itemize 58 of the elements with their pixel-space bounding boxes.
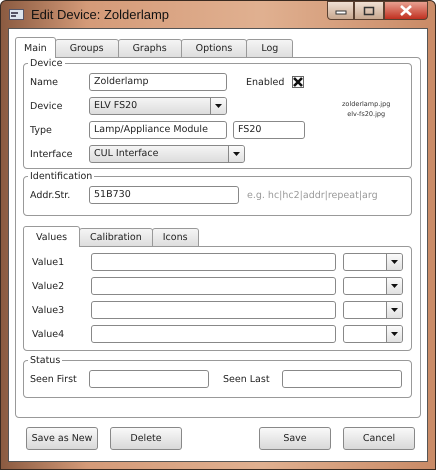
field-label: Seen Last xyxy=(223,374,270,384)
dialog-button[interactable]: Delete xyxy=(110,427,182,450)
maximize-button[interactable] xyxy=(354,1,384,20)
field-label: Interface xyxy=(30,148,74,160)
value-field[interactable] xyxy=(91,325,336,343)
caret-icon xyxy=(391,260,398,264)
caret-icon xyxy=(233,152,240,156)
unit-dropdown[interactable] xyxy=(343,301,403,319)
window-app-icon xyxy=(9,9,24,20)
field-label: Seen First xyxy=(30,374,78,384)
group-legend: Device xyxy=(28,58,64,69)
field-label: Device xyxy=(30,100,64,112)
group-legend: Status xyxy=(28,355,62,366)
caret-icon xyxy=(391,308,398,312)
enabled-checkbox[interactable] xyxy=(292,76,304,88)
close-button[interactable] xyxy=(384,1,428,20)
field-label: Value1 xyxy=(32,256,66,268)
seen-first-field[interactable] xyxy=(89,370,209,388)
seen-last-field[interactable] xyxy=(282,370,402,388)
dialog-button[interactable]: Save xyxy=(259,427,331,450)
caret-icon xyxy=(215,104,222,108)
value-field[interactable] xyxy=(91,301,336,319)
window-title: Edit Device: Zolderlamp xyxy=(31,7,169,22)
unit-dropdown[interactable] xyxy=(343,277,403,295)
field-label: Value2 xyxy=(32,280,66,292)
minimize-button[interactable] xyxy=(327,1,354,20)
address-hint: e.g. hc|hc2|addr|repeat|arg xyxy=(247,190,378,200)
dialog-button[interactable]: Save as New xyxy=(26,427,98,450)
type-code-field[interactable]: FS20 xyxy=(233,121,305,139)
tab[interactable]: Graphs xyxy=(118,39,182,57)
caret-icon xyxy=(391,332,398,336)
name-field[interactable]: Zolderlamp xyxy=(89,73,227,91)
field-label: Enabled xyxy=(246,76,284,88)
value-field[interactable] xyxy=(91,277,336,295)
type-field[interactable]: Lamp/Appliance Module xyxy=(89,121,227,139)
dialog-button[interactable]: Cancel xyxy=(343,427,415,450)
field-label: Name xyxy=(30,76,60,88)
group-legend: Identification xyxy=(28,171,94,182)
tab[interactable]: Groups xyxy=(54,39,119,57)
close-icon xyxy=(399,5,413,16)
value-field[interactable] xyxy=(91,253,336,271)
unit-dropdown[interactable] xyxy=(343,325,403,343)
field-label: Value3 xyxy=(32,304,66,316)
field-label: Addr.Str. xyxy=(30,190,72,200)
interface-dropdown[interactable]: CUL Interface xyxy=(89,145,245,163)
address-field[interactable]: 51B730 xyxy=(89,186,239,204)
tab[interactable]: Main xyxy=(15,37,56,58)
tab[interactable]: Calibration xyxy=(79,228,153,246)
tab[interactable]: Icons xyxy=(152,228,199,246)
unit-dropdown[interactable] xyxy=(343,253,403,271)
field-label: Type xyxy=(30,124,53,136)
maximize-icon xyxy=(363,6,375,16)
tab[interactable]: Options xyxy=(180,39,248,57)
caret-icon xyxy=(391,284,398,288)
tab[interactable]: Values xyxy=(23,226,80,247)
tab[interactable]: Log xyxy=(246,39,294,57)
device-dropdown[interactable]: ELV FS20 xyxy=(89,97,227,115)
field-label: Value4 xyxy=(32,328,66,340)
